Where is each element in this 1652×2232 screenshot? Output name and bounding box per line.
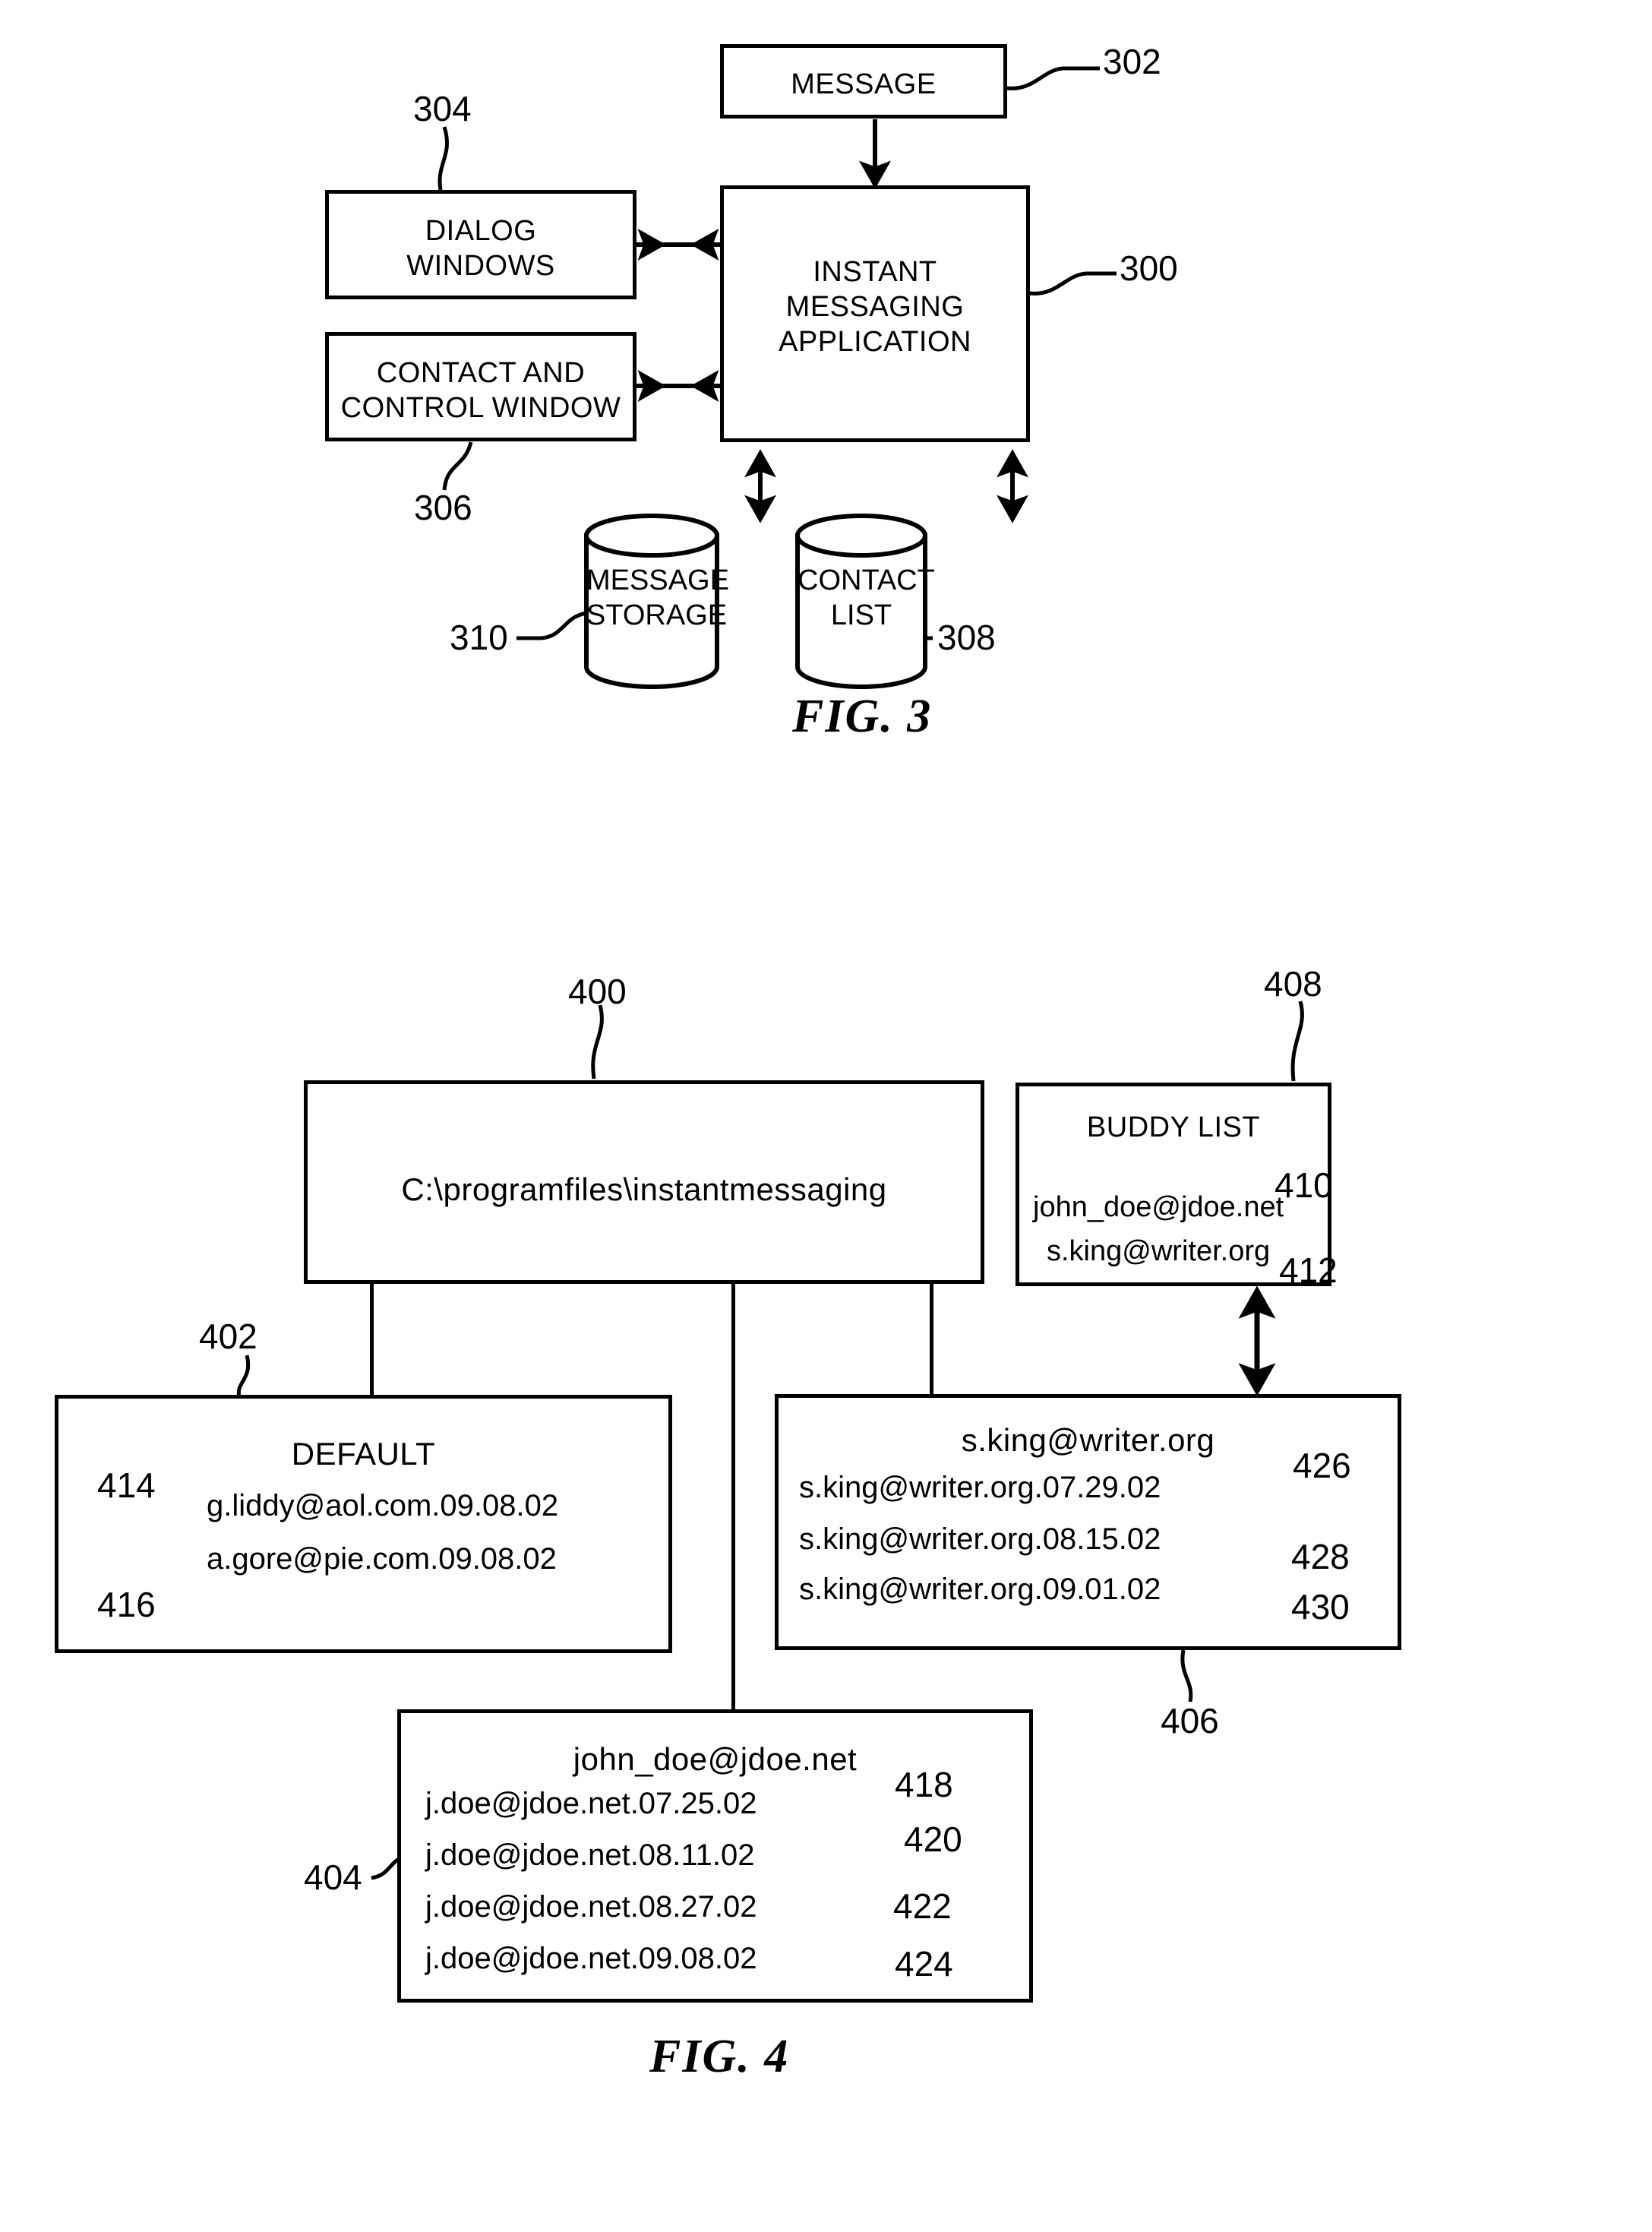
ref-410: 410 xyxy=(1275,1165,1333,1205)
ref-308: 308 xyxy=(937,618,996,657)
block-contact-list-label-line2: LIST xyxy=(830,599,892,631)
block-im-application-label-line3: APPLICATION xyxy=(779,326,971,358)
ref-428: 428 xyxy=(1291,1537,1350,1576)
ref-418: 418 xyxy=(895,1765,953,1804)
patent-drawing-sheet: MESSAGE 302 DIALOG WINDOWS 304 CONTACT A… xyxy=(0,0,1652,2232)
buddy-list-title: BUDDY LIST xyxy=(1086,1111,1261,1143)
ref-300: 300 xyxy=(1120,248,1178,288)
block-contact-and-control-window-label-line2: CONTROL WINDOW xyxy=(340,392,621,424)
block-instant-messaging-application: INSTANT MESSAGING APPLICATION xyxy=(720,185,1030,442)
folder-root-instantmessaging: C:\programfiles\instantmessaging xyxy=(304,1080,984,1284)
ref-412: 412 xyxy=(1279,1250,1338,1290)
ref-414: 414 xyxy=(97,1465,156,1505)
block-im-application-label-line1: INSTANT xyxy=(813,256,937,288)
tree-connector-to-sking xyxy=(930,1284,933,1396)
ref-304: 304 xyxy=(413,89,472,128)
folder-jdoe-entry-0: j.doe@jdoe.net.07.25.02 xyxy=(425,1787,757,1820)
block-dialog-windows-label-line1: DIALOG xyxy=(425,215,537,247)
block-dialog-windows: DIALOG WINDOWS xyxy=(325,190,636,299)
ref-400: 400 xyxy=(568,972,627,1011)
block-contact-list-label-line1: CONTACT xyxy=(798,564,935,596)
ref-424: 424 xyxy=(895,1944,953,1984)
figure-4-caption: FIG. 4 xyxy=(649,2031,790,2082)
ref-306: 306 xyxy=(414,488,472,527)
ref-430: 430 xyxy=(1291,1587,1350,1627)
block-im-application-label-line2: MESSAGING xyxy=(785,291,965,323)
folder-sking-entry-0: s.king@writer.org.07.29.02 xyxy=(799,1471,1161,1504)
block-contact-and-control-window-label-line1: CONTACT AND xyxy=(376,357,586,389)
tree-connector-to-jdoe xyxy=(731,1284,735,1709)
ref-420: 420 xyxy=(904,1819,962,1859)
tree-connector-to-default xyxy=(370,1284,374,1396)
block-message-storage-label-line2: STORAGE xyxy=(586,599,728,631)
ref-422: 422 xyxy=(893,1886,952,1926)
ref-406: 406 xyxy=(1161,1701,1219,1740)
buddy-list-entry-0: john_doe@jdoe.net xyxy=(1033,1191,1284,1223)
block-message-storage-label-line1: MESSAGE xyxy=(586,564,729,596)
ref-310: 310 xyxy=(450,618,508,657)
folder-default-entry-0: g.liddy@aol.com.09.08.02 xyxy=(207,1489,559,1522)
folder-jdoe-entry-2: j.doe@jdoe.net.08.27.02 xyxy=(425,1890,757,1924)
folder-jdoe-entry-1: j.doe@jdoe.net.08.11.02 xyxy=(425,1838,755,1872)
ref-408: 408 xyxy=(1264,964,1322,1004)
block-contact-and-control-window: CONTACT AND CONTROL WINDOW xyxy=(325,332,636,441)
ref-426: 426 xyxy=(1293,1446,1351,1485)
block-message: MESSAGE xyxy=(720,44,1007,119)
folder-sking-entry-1: s.king@writer.org.08.15.02 xyxy=(799,1522,1161,1556)
folder-root-path: C:\programfiles\instantmessaging xyxy=(401,1171,887,1207)
block-dialog-windows-label-line2: WINDOWS xyxy=(406,250,555,282)
ref-416: 416 xyxy=(97,1585,156,1624)
folder-default-entry-1: a.gore@pie.com.09.08.02 xyxy=(207,1542,557,1576)
block-message-label: MESSAGE xyxy=(791,68,937,100)
figure-3-caption: FIG. 3 xyxy=(792,691,933,742)
ref-404: 404 xyxy=(304,1857,362,1897)
ref-302: 302 xyxy=(1103,42,1161,81)
folder-sking-entry-2: s.king@writer.org.09.01.02 xyxy=(799,1573,1161,1606)
folder-jdoe-entry-3: j.doe@jdoe.net.09.08.02 xyxy=(425,1942,757,1975)
ref-402: 402 xyxy=(199,1317,257,1356)
buddy-list-entry-1: s.king@writer.org xyxy=(1047,1235,1271,1267)
